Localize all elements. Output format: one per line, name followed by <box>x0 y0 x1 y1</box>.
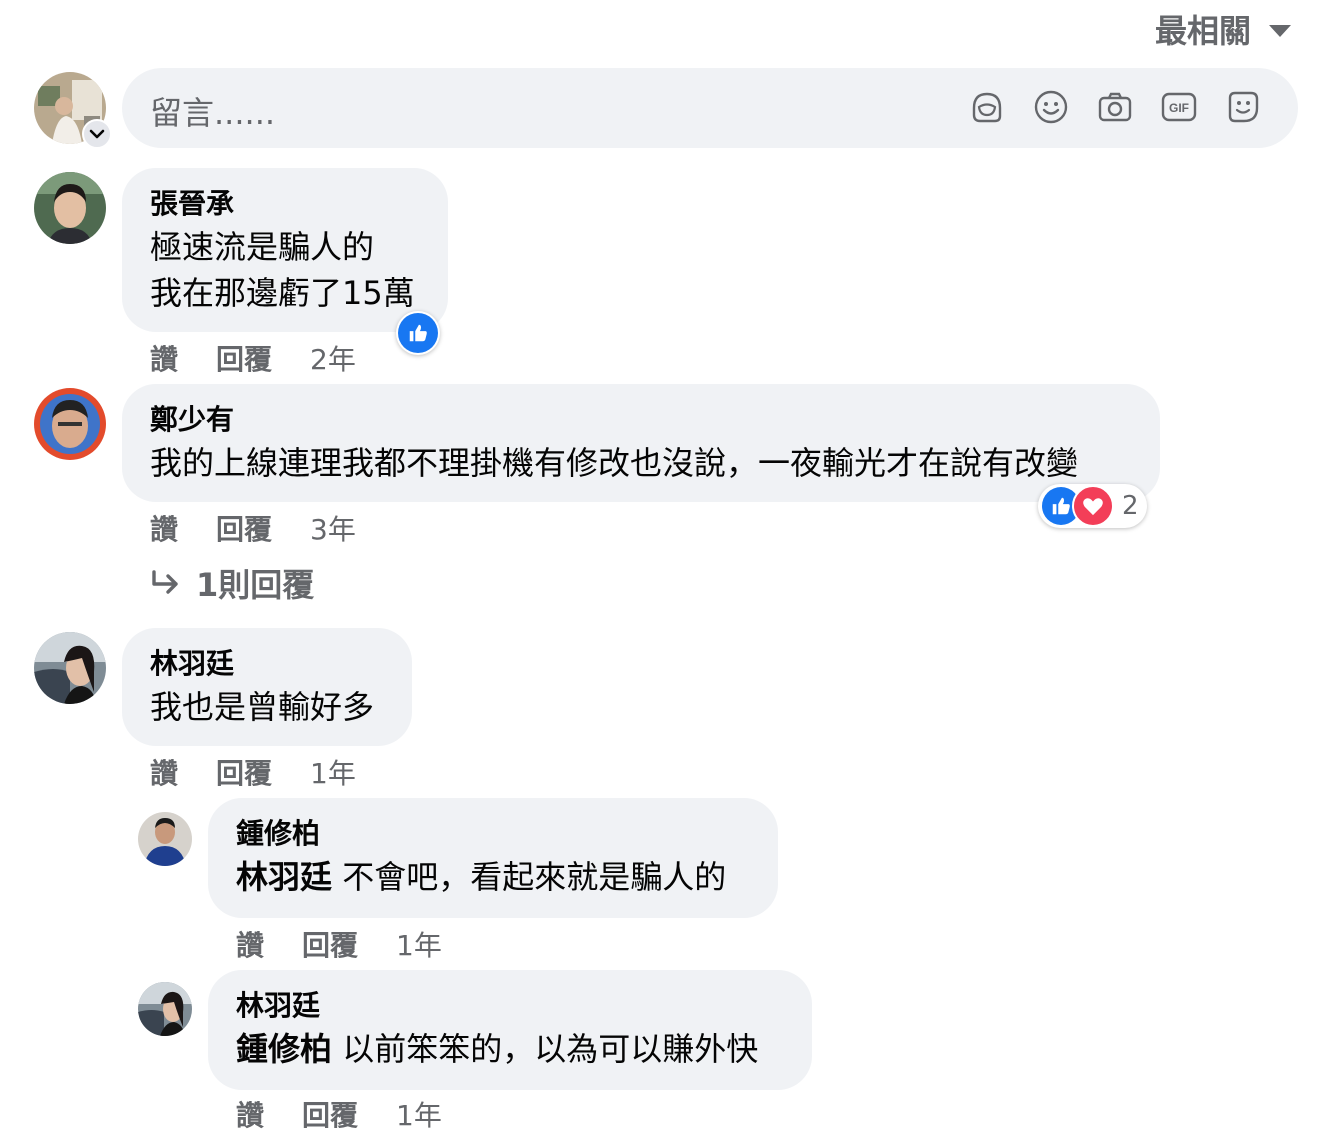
comment-actions: 讚 回覆 3年 <box>150 508 356 548</box>
reaction-badge[interactable] <box>396 311 440 355</box>
sort-dropdown[interactable]: 最相關 <box>1155 6 1291 52</box>
view-replies-link[interactable]: 1則回覆 <box>150 560 314 606</box>
avatar[interactable] <box>34 632 106 704</box>
camera-icon[interactable] <box>1096 88 1134 126</box>
comment-text-line: 我的上線連理我都不理掛機有修改也沒說，一夜輸光才在說有改變 <box>150 444 1079 482</box>
comment-text-line: 我在那邊虧了15萬 <box>150 274 415 312</box>
reply-actions: 讚 回覆 1年 <box>236 924 442 964</box>
reply-button[interactable]: 回覆 <box>302 924 358 964</box>
like-button[interactable]: 讚 <box>150 338 178 378</box>
mention-link[interactable]: 林羽廷 <box>236 858 332 896</box>
timestamp[interactable]: 3年 <box>310 508 356 548</box>
avatar[interactable] <box>138 982 192 1036</box>
avatar[interactable] <box>34 388 106 460</box>
reply-text: 林羽廷 不會吧，看起來就是騙人的 <box>236 854 750 900</box>
view-replies-label: 1則回覆 <box>196 566 315 604</box>
reaction-badge[interactable]: 2 <box>1038 484 1147 528</box>
comment-bubble: 張晉承 極速流是騙人的 我在那邊虧了15萬 <box>122 168 448 332</box>
reply-button[interactable]: 回覆 <box>216 338 272 378</box>
comment-author[interactable]: 張晉承 <box>150 184 420 224</box>
comment-input-placeholder[interactable]: 留言...... <box>150 88 275 134</box>
like-button[interactable]: 讚 <box>236 1094 264 1134</box>
timestamp[interactable]: 1年 <box>310 752 356 792</box>
like-button[interactable]: 讚 <box>236 924 264 964</box>
comment-text-line: 極速流是騙人的 <box>150 228 375 266</box>
avatar[interactable] <box>34 172 106 244</box>
reply-actions: 讚 回覆 1年 <box>236 1094 442 1134</box>
reply-author[interactable]: 林羽廷 <box>236 986 784 1026</box>
comment-bubble: 鄭少有 我的上線連理我都不理掛機有修改也沒說，一夜輸光才在說有改變 <box>122 384 1160 502</box>
comment-author[interactable]: 鄭少有 <box>150 400 1132 440</box>
reply-button[interactable]: 回覆 <box>216 752 272 792</box>
like-button[interactable]: 讚 <box>150 752 178 792</box>
account-switch-chevron-icon[interactable] <box>82 119 112 149</box>
timestamp[interactable]: 1年 <box>396 1094 442 1134</box>
reply-button[interactable]: 回覆 <box>216 508 272 548</box>
reaction-count: 2 <box>1122 491 1139 521</box>
avatar-sticker-icon[interactable] <box>968 88 1006 126</box>
like-reaction-icon <box>398 313 438 353</box>
comment-actions: 讚 回覆 2年 <box>150 338 356 378</box>
reply-button[interactable]: 回覆 <box>302 1094 358 1134</box>
svg-text:GIF: GIF <box>1169 101 1189 115</box>
emoji-icon[interactable] <box>1032 88 1070 126</box>
avatar[interactable] <box>138 812 192 866</box>
timestamp[interactable]: 1年 <box>396 924 442 964</box>
reply-text-body: 不會吧，看起來就是騙人的 <box>332 858 727 896</box>
reply-bubble: 鍾修柏 林羽廷 不會吧，看起來就是騙人的 <box>208 798 778 918</box>
comment-author[interactable]: 林羽廷 <box>150 644 384 684</box>
reply-author[interactable]: 鍾修柏 <box>236 814 750 854</box>
comment-text-line: 我也是曾輸好多 <box>150 688 375 726</box>
reply-bubble: 林羽廷 鍾修柏 以前笨笨的，以為可以賺外快 <box>208 970 812 1090</box>
reply-text: 鍾修柏 以前笨笨的，以為可以賺外快 <box>236 1026 784 1072</box>
gif-icon[interactable]: GIF <box>1160 88 1198 126</box>
sticker-icon[interactable] <box>1224 88 1262 126</box>
comment-actions: 讚 回覆 1年 <box>150 752 356 792</box>
love-reaction-icon <box>1072 485 1114 527</box>
timestamp[interactable]: 2年 <box>310 338 356 378</box>
reply-arrow-icon <box>152 570 178 594</box>
comment-bubble: 林羽廷 我也是曾輸好多 <box>122 628 412 746</box>
like-button[interactable]: 讚 <box>150 508 178 548</box>
mention-link[interactable]: 鍾修柏 <box>236 1030 332 1068</box>
reply-text-body: 以前笨笨的，以為可以賺外快 <box>332 1030 759 1068</box>
caret-down-icon <box>1269 25 1291 37</box>
sort-label: 最相關 <box>1154 12 1251 50</box>
comment-composer[interactable]: 留言...... GIF <box>122 68 1298 148</box>
